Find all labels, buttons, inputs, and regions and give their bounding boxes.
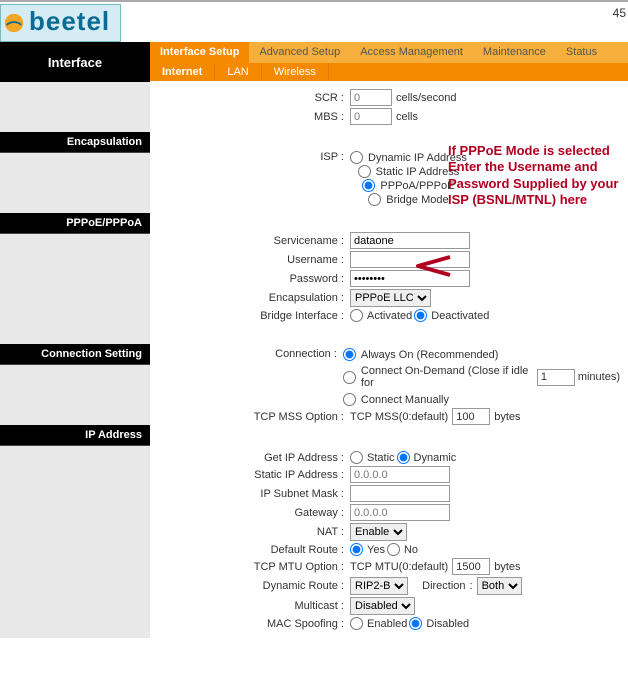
main-nav: Interface Setup Advanced Setup Access Ma… xyxy=(150,42,628,63)
getip-static-label: Static xyxy=(367,452,395,464)
conn-manual-label: Connect Manually xyxy=(361,394,449,406)
sidebar-connection: Connection Setting xyxy=(0,344,150,365)
mask-input[interactable] xyxy=(350,485,450,502)
globe-icon xyxy=(3,12,25,34)
tab-status[interactable]: Status xyxy=(556,42,607,63)
getip-dynamic-label: Dynamic xyxy=(414,452,457,464)
subtab-internet[interactable]: Internet xyxy=(150,63,215,81)
defroute-no-label: No xyxy=(404,544,418,556)
nat-label: NAT xyxy=(150,526,350,538)
bridge-deactivated-radio[interactable] xyxy=(414,309,427,322)
macspoof-disabled-radio[interactable] xyxy=(409,617,422,630)
conn-ondemand-unit: minutes) xyxy=(578,371,620,383)
sidebar-pppoe: PPPoE/PPPoA xyxy=(0,213,150,234)
sidebar-title: Interface xyxy=(0,42,150,82)
isp-static-radio[interactable] xyxy=(358,165,371,178)
defroute-yes-label: Yes xyxy=(367,544,385,556)
isp-bridge-radio[interactable] xyxy=(368,193,381,206)
encap-label: Encapsulation xyxy=(150,292,350,304)
dynroute-select[interactable]: RIP2-B xyxy=(350,577,408,595)
tab-advanced-setup[interactable]: Advanced Setup xyxy=(249,42,350,63)
staticip-label: Static IP Address xyxy=(150,469,350,481)
mtu-prefix: TCP MTU(0:default) xyxy=(350,561,448,573)
multicast-select[interactable]: Disabled xyxy=(350,597,415,615)
gateway-input[interactable] xyxy=(350,504,450,521)
nat-select[interactable]: Enable xyxy=(350,523,407,541)
conn-always-radio[interactable] xyxy=(343,348,356,361)
servicename-label: Servicename xyxy=(150,235,350,247)
tab-maintenance[interactable]: Maintenance xyxy=(473,42,556,63)
subtab-wireless[interactable]: Wireless xyxy=(262,63,329,81)
conn-ondemand-radio[interactable] xyxy=(343,371,356,384)
mss-input[interactable] xyxy=(452,408,490,425)
sidebar-encapsulation: Encapsulation xyxy=(0,132,150,153)
mbs-unit: cells xyxy=(396,111,418,123)
bridge-label: Bridge Interface xyxy=(150,310,350,322)
direction-label: Direction xyxy=(422,580,465,592)
mtu-label: TCP MTU Option xyxy=(150,561,350,573)
macspoof-label: MAC Spoofing xyxy=(150,618,350,630)
getip-static-radio[interactable] xyxy=(350,451,363,464)
tab-interface-setup[interactable]: Interface Setup xyxy=(150,42,249,63)
macspoof-enabled-label: Enabled xyxy=(367,618,407,630)
defroute-yes-radio[interactable] xyxy=(350,543,363,556)
scr-unit: cells/second xyxy=(396,92,457,104)
defroute-label: Default Route xyxy=(150,544,350,556)
arrow-icon xyxy=(412,253,452,279)
scr-input[interactable] xyxy=(350,89,392,106)
bridge-deactivated-label: Deactivated xyxy=(431,310,489,322)
password-input[interactable] xyxy=(350,270,470,287)
conn-manual-radio[interactable] xyxy=(343,393,356,406)
idle-minutes-input[interactable] xyxy=(537,369,575,386)
brand-logo: beetel xyxy=(0,4,121,42)
getip-label: Get IP Address xyxy=(150,452,350,464)
bridge-activated-label: Activated xyxy=(367,310,412,322)
bridge-activated-radio[interactable] xyxy=(350,309,363,322)
mask-label: IP Subnet Mask xyxy=(150,488,350,500)
defroute-no-radio[interactable] xyxy=(387,543,400,556)
macspoof-disabled-label: Disabled xyxy=(426,618,469,630)
isp-bridge-label: Bridge Mode xyxy=(386,194,448,206)
mtu-input[interactable] xyxy=(452,558,490,575)
isp-static-label: Static IP Address xyxy=(376,166,460,178)
isp-pppoe-radio[interactable] xyxy=(362,179,375,192)
username-input[interactable] xyxy=(350,251,470,268)
sidebar-ipaddress: IP Address xyxy=(0,425,150,446)
connection-label: Connection xyxy=(150,348,343,360)
gateway-label: Gateway xyxy=(150,507,350,519)
username-label: Username xyxy=(150,254,350,266)
brand-text: beetel xyxy=(29,6,110,37)
isp-label: ISP xyxy=(150,151,350,163)
staticip-input[interactable] xyxy=(350,466,450,483)
direction-select[interactable]: Both xyxy=(477,577,522,595)
mbs-label: MBS xyxy=(150,111,350,123)
mbs-input[interactable] xyxy=(350,108,392,125)
conn-ondemand-label: Connect On-Demand (Close if idle for xyxy=(361,365,534,389)
scr-label: SCR xyxy=(150,92,350,104)
servicename-input[interactable] xyxy=(350,232,470,249)
sub-nav: Internet LAN Wireless xyxy=(150,63,628,81)
dynroute-label: Dynamic Route xyxy=(150,580,350,592)
tab-access-management[interactable]: Access Management xyxy=(350,42,473,63)
macspoof-enabled-radio[interactable] xyxy=(350,617,363,630)
isp-pppoe-label: PPPoA/PPPoE xyxy=(380,180,454,192)
subtab-lan[interactable]: LAN xyxy=(215,63,261,81)
isp-dynamic-radio[interactable] xyxy=(350,151,363,164)
encap-select[interactable]: PPPoE LLC xyxy=(350,289,431,307)
conn-always-label: Always On (Recommended) xyxy=(361,349,499,361)
password-label: Password xyxy=(150,273,350,285)
mtu-unit: bytes xyxy=(494,561,520,573)
corner-badge: 45 xyxy=(613,4,628,20)
mss-label: TCP MSS Option xyxy=(150,411,350,423)
mss-prefix: TCP MSS(0:default) xyxy=(350,411,448,423)
getip-dynamic-radio[interactable] xyxy=(397,451,410,464)
mss-unit: bytes xyxy=(494,411,520,423)
multicast-label: Multicast xyxy=(150,600,350,612)
help-annotation: If PPPoE Mode is selected Enter the User… xyxy=(448,143,620,208)
